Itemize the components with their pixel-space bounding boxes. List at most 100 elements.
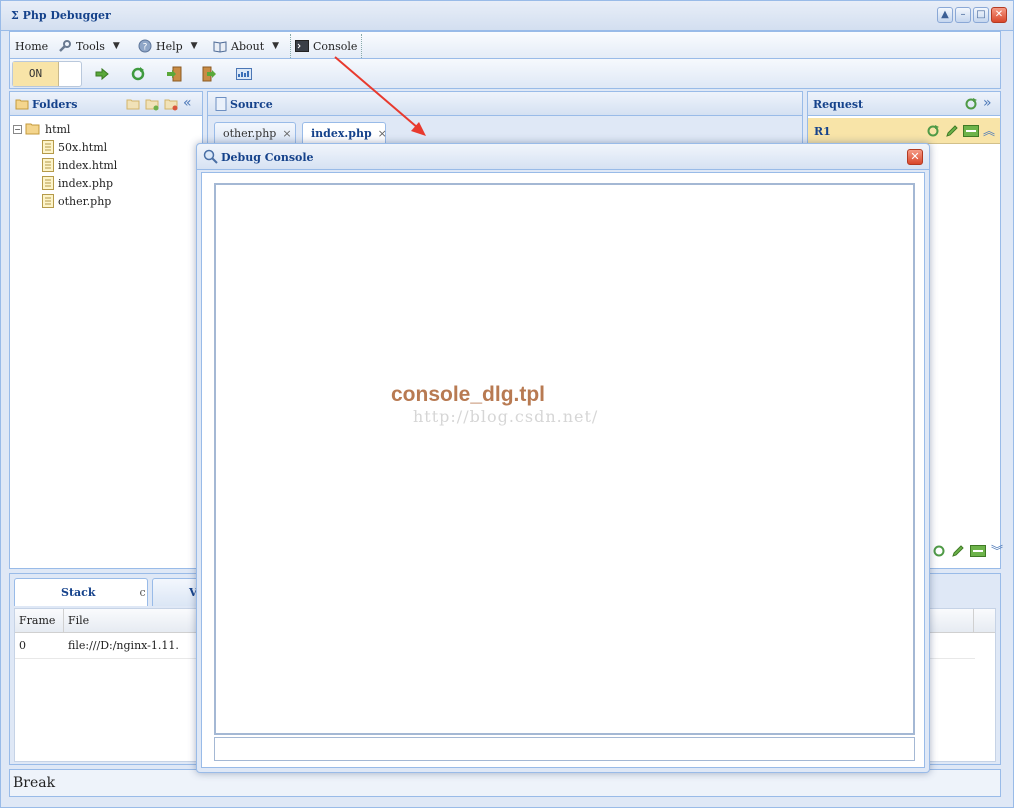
collapse-up-icon[interactable]: ▲ (937, 7, 953, 23)
dialog-body: console_dlg.tpl http://blog.csdn.net/ (201, 172, 925, 768)
menu-bar: Home Tools ▼ ? Help ▼ About ▼ Console (9, 31, 1001, 59)
debug-on-toggle[interactable]: ON (12, 61, 82, 87)
menu-help-label: Help (156, 39, 183, 53)
refresh-icon[interactable]: c (139, 586, 145, 599)
watermark-url: http://blog.csdn.net/ (413, 407, 599, 426)
tree-collapse-icon[interactable]: − (13, 124, 22, 134)
source-header: Source (208, 92, 802, 116)
chevron-down-icon: ▼ (190, 41, 198, 51)
menu-about-label: About (231, 39, 265, 53)
new-file-icon[interactable] (126, 97, 140, 111)
tab-stack-label: Stack (61, 586, 96, 599)
menu-console-label: Console (313, 39, 358, 53)
dialog-header[interactable]: Debug Console ✕ (197, 144, 929, 170)
debug-console-dialog: Debug Console ✕ console_dlg.tpl http://b… (196, 143, 930, 773)
document-icon (215, 97, 227, 111)
tab-close-icon[interactable]: × (378, 127, 387, 140)
svg-text:?: ? (143, 43, 148, 53)
refresh-icon[interactable] (932, 544, 946, 558)
maximize-icon[interactable]: □ (973, 7, 989, 23)
request-header: Request » (808, 92, 1000, 116)
pencil-icon[interactable] (945, 124, 959, 138)
tree-label-file: other.php (58, 194, 112, 208)
title-bar: Σ Php Debugger ▲ – □ ✕ (1, 1, 1013, 31)
step-out-icon[interactable] (202, 66, 218, 82)
tree-label-html: html (45, 122, 71, 136)
file-icon (42, 194, 54, 208)
pencil-icon[interactable] (951, 544, 965, 558)
minus-bar-icon[interactable] (963, 125, 979, 137)
folders-header: Folders « (10, 92, 202, 116)
folders-title: Folders (32, 98, 78, 111)
request-item-label: R1 (814, 125, 831, 138)
tab-index-php[interactable]: index.php × (302, 122, 387, 144)
tree-node-html[interactable]: − html (13, 120, 70, 138)
request-item-r1[interactable]: R1 ︽ (808, 118, 1000, 144)
menu-about[interactable]: About ▼ (213, 37, 279, 55)
collapse-right-icon[interactable]: » (983, 95, 997, 111)
chevron-down-icon: ▼ (272, 41, 280, 51)
tab-close-icon[interactable]: × (282, 127, 291, 140)
tree-file[interactable]: other.php (42, 192, 111, 210)
file-icon (42, 158, 54, 172)
menu-home-label: Home (15, 39, 49, 53)
collapse-down-icon[interactable]: ︾ (991, 542, 1003, 559)
request-title: Request (813, 98, 864, 111)
tree-label-file: 50x.html (58, 140, 108, 154)
refresh-icon[interactable] (926, 124, 940, 138)
tab-stack[interactable]: Stack c (14, 578, 148, 606)
refresh-icon[interactable] (964, 97, 978, 111)
window-controls: ▲ – □ ✕ (937, 7, 1007, 23)
help-icon: ? (138, 39, 152, 53)
app-title: Σ Php Debugger (11, 9, 111, 22)
tree-label-file: index.php (58, 176, 114, 190)
chevron-down-icon: ▼ (112, 41, 120, 51)
wrench-icon (59, 40, 71, 52)
tree-file[interactable]: 50x.html (42, 138, 107, 156)
status-text: Break (13, 775, 56, 791)
toolbar: ON (9, 59, 1001, 89)
tab-other-php[interactable]: other.php × (214, 122, 296, 144)
cell-frame: 0 (19, 639, 26, 652)
tree-label-file: index.html (58, 158, 118, 172)
status-bar: Break (9, 769, 1001, 797)
dialog-title: Debug Console (221, 151, 314, 164)
watermark-title: console_dlg.tpl (391, 383, 546, 406)
step-into-icon[interactable] (166, 66, 182, 82)
folder-icon (15, 99, 29, 110)
magnifier-icon (203, 149, 218, 164)
source-title: Source (230, 98, 273, 111)
minus-bar-icon[interactable] (970, 544, 986, 557)
tree-file[interactable]: index.php (42, 174, 113, 192)
menu-console[interactable]: Console (290, 34, 363, 58)
console-input[interactable] (214, 737, 915, 761)
book-icon (213, 41, 227, 53)
run-arrow-icon[interactable] (94, 66, 110, 82)
column-header-frame[interactable]: Frame (15, 609, 64, 633)
open-folder-icon (25, 123, 40, 135)
file-icon (42, 176, 54, 190)
collapse-left-icon[interactable]: « (183, 95, 197, 111)
tab-label: index.php (311, 127, 372, 140)
refresh-icon[interactable] (130, 66, 146, 82)
dialog-close-icon[interactable]: ✕ (907, 149, 923, 165)
source-tabstrip: other.php × index.php × (208, 116, 802, 144)
menu-help[interactable]: ? Help ▼ (138, 37, 198, 55)
request-footer-tools: ︾ (932, 542, 1003, 559)
menu-tools-label: Tools (76, 39, 105, 53)
terminal-icon (295, 40, 309, 52)
minimize-icon[interactable]: – (955, 7, 971, 23)
chart-window-icon[interactable] (236, 66, 252, 82)
delete-folder-icon[interactable] (164, 97, 178, 111)
menu-home[interactable]: Home (15, 37, 48, 55)
file-icon (42, 140, 54, 154)
folders-panel: Folders « − html 50x.html index.html ind… (9, 91, 203, 569)
tab-label: other.php (223, 127, 277, 140)
collapse-up-icon[interactable]: ︽ (983, 122, 995, 139)
new-folder-icon[interactable] (145, 97, 159, 111)
menu-tools[interactable]: Tools ▼ (58, 37, 120, 55)
close-window-icon[interactable]: ✕ (991, 7, 1007, 23)
tree-file[interactable]: index.html (42, 156, 117, 174)
toggle-on-label: ON (13, 62, 59, 86)
console-output-area[interactable]: console_dlg.tpl http://blog.csdn.net/ (214, 183, 915, 735)
